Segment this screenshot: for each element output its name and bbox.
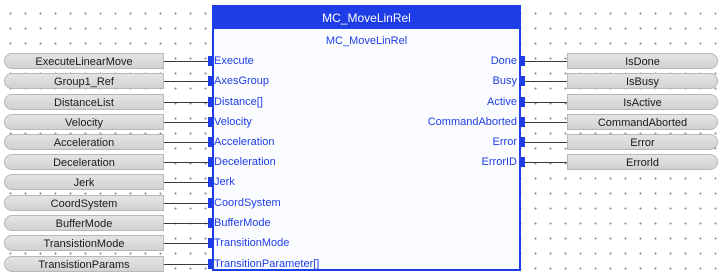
input-wire[interactable] — [164, 61, 208, 62]
input-pin-marker — [208, 117, 212, 127]
input-variable-coordsystem[interactable]: CoordSystem — [4, 195, 164, 211]
input-variable-transitionparameter[interactable]: TransistionParams — [4, 256, 164, 272]
input-variable-acceleration[interactable]: Acceleration — [4, 134, 164, 150]
input-wire[interactable] — [164, 223, 208, 224]
output-variable-errorid[interactable]: Errorld — [567, 154, 718, 170]
output-pin-error: Error — [492, 136, 517, 148]
output-variable-done[interactable]: IsDone — [567, 53, 718, 69]
block-type-name: MC_MoveLinRel — [325, 35, 408, 47]
input-pin-deceleration: Deceleration — [214, 156, 276, 168]
input-pin-marker — [208, 157, 212, 167]
input-variable-distance[interactable]: DistanceList — [4, 94, 164, 110]
input-pin-marker — [208, 76, 212, 86]
input-pin-marker — [208, 259, 212, 269]
input-variable-velocity[interactable]: Velocity — [4, 114, 164, 130]
input-pin-marker — [208, 56, 212, 66]
input-wire[interactable] — [164, 102, 208, 103]
input-variable-execute[interactable]: ExecuteLinearMove — [4, 53, 164, 69]
output-wire[interactable] — [525, 142, 567, 143]
input-pin-velocity: Velocity — [214, 116, 252, 128]
output-wire[interactable] — [525, 61, 567, 62]
input-variable-axesgroup[interactable]: Group1_Ref — [4, 73, 164, 89]
output-pin-errorid: ErrorID — [481, 156, 517, 168]
output-variable-active[interactable]: IsActive — [567, 94, 718, 110]
output-variable-commandaborted[interactable]: CommandAborted — [567, 114, 718, 130]
block-instance-name[interactable]: MC_MoveLinRel — [214, 7, 519, 29]
output-pin-done: Done — [490, 55, 517, 67]
output-variable-error[interactable]: Error — [567, 134, 718, 150]
input-pin-execute: Execute — [214, 55, 254, 67]
input-pin-marker — [208, 238, 212, 248]
input-variable-deceleration[interactable]: Deceleration — [4, 154, 164, 170]
input-wire[interactable] — [164, 142, 208, 143]
input-pin-marker — [208, 198, 212, 208]
input-wire[interactable] — [164, 162, 208, 163]
input-pin-coordsystem: CoordSystem — [214, 197, 281, 209]
output-variable-busy[interactable]: IsBusy — [567, 73, 718, 89]
input-wire[interactable] — [164, 203, 208, 204]
input-wire[interactable] — [164, 122, 208, 123]
input-pin-marker — [208, 137, 212, 147]
output-pin-commandaborted: CommandAborted — [427, 116, 517, 128]
input-pin-distance: Distance[] — [214, 96, 263, 108]
input-wire[interactable] — [164, 81, 208, 82]
output-pin-active: Active — [487, 96, 517, 108]
output-wire[interactable] — [525, 81, 567, 82]
input-pin-axesgroup: AxesGroup — [214, 75, 270, 87]
input-pin-buffermode: BufferMode — [214, 217, 271, 229]
input-wire[interactable] — [164, 264, 208, 265]
input-wire[interactable] — [164, 243, 208, 244]
output-wire[interactable] — [525, 162, 567, 163]
input-pin-transitionparameter: TransitionParameter[] — [214, 258, 320, 270]
input-pin-marker — [208, 218, 212, 228]
input-pin-acceleration: Acceleration — [214, 136, 275, 148]
input-variable-transitionmode[interactable]: TransistionMode — [4, 235, 164, 251]
input-variable-jerk[interactable]: Jerk — [4, 174, 164, 190]
input-wire[interactable] — [164, 182, 208, 183]
input-pin-marker — [208, 97, 212, 107]
input-variable-buffermode[interactable]: BufferMode — [4, 215, 164, 231]
output-wire[interactable] — [525, 102, 567, 103]
input-pin-marker — [208, 177, 212, 187]
input-pin-jerk: Jerk — [214, 176, 235, 188]
output-wire[interactable] — [525, 122, 567, 123]
output-pin-busy: Busy — [492, 75, 517, 87]
input-pin-transitionmode: TransitionMode — [214, 237, 290, 249]
